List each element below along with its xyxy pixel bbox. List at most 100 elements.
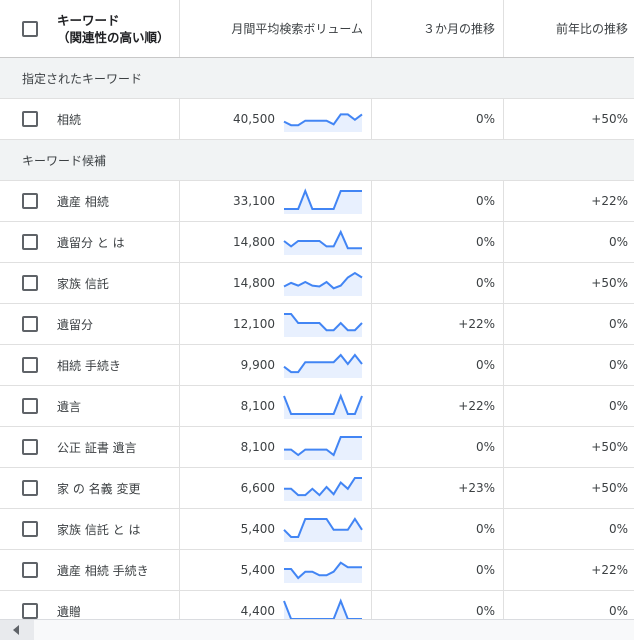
trend-chart <box>283 271 363 296</box>
table-row[interactable]: 遺言 8,100 +22% 0% <box>0 386 634 427</box>
table-row[interactable]: 家 の 名義 変更 6,600 +23% +50% <box>0 468 634 509</box>
trend-chart <box>283 113 363 132</box>
trend-area <box>284 437 362 460</box>
volume-value: 8,100 <box>240 399 275 413</box>
trend-chart <box>283 353 363 378</box>
yoy-change: +50% <box>591 112 628 126</box>
row-checkbox-cell <box>22 263 38 303</box>
keyword-text: 遺産 相続 <box>57 194 109 209</box>
trend-area <box>284 355 362 378</box>
three-month-change: 0% <box>475 440 495 454</box>
keyword-column-header[interactable]: キーワード （関連性の高い順） <box>57 0 170 57</box>
trend-sparkline[interactable] <box>282 222 364 262</box>
trend-sparkline[interactable] <box>282 550 364 590</box>
row-checkbox[interactable] <box>22 398 38 414</box>
trend-sparkline[interactable] <box>282 345 364 385</box>
table-header: キーワード （関連性の高い順） 月間平均検索ボリューム ３か月の推移 前年比の推… <box>0 0 634 58</box>
trend-sparkline[interactable] <box>282 99 364 139</box>
table-row[interactable]: 相続 40,500 0% +50% <box>0 99 634 140</box>
yoy-change: 0% <box>608 317 628 331</box>
volume-value: 5,400 <box>240 522 275 536</box>
table-row[interactable]: 家族 信託 と は 5,400 0% 0% <box>0 509 634 550</box>
row-checkbox[interactable] <box>22 357 38 373</box>
row-checkbox[interactable] <box>22 234 38 250</box>
volume-value: 9,900 <box>240 358 275 372</box>
table-row[interactable]: 公正 証書 遺言 8,100 0% +50% <box>0 427 634 468</box>
section-specified-label: 指定されたキーワード <box>22 71 143 86</box>
trend-area <box>284 396 362 419</box>
row-checkbox-cell <box>22 509 38 549</box>
row-checkbox[interactable] <box>22 480 38 496</box>
trend-sparkline[interactable] <box>282 468 364 508</box>
three-month-change: 0% <box>475 522 495 536</box>
yoy-change: 0% <box>608 358 628 372</box>
keyword-text: 相続 手続き <box>57 358 121 373</box>
three-month-change: 0% <box>475 112 495 126</box>
trend-area <box>284 191 362 214</box>
section-keyword-candidates: キーワード候補 <box>0 140 634 181</box>
row-checkbox-cell <box>22 468 38 508</box>
keyword-column-title: キーワード <box>57 12 120 28</box>
trend-area <box>284 478 362 501</box>
trend-chart <box>284 313 363 337</box>
yoy-change: 0% <box>608 235 628 249</box>
yoy-change: +50% <box>591 481 628 495</box>
three-month-change: 0% <box>475 235 495 249</box>
trend-sparkline[interactable] <box>282 304 364 344</box>
section-candidates-label: キーワード候補 <box>22 153 107 168</box>
yoy-change: +22% <box>591 194 628 208</box>
row-checkbox[interactable] <box>22 603 38 619</box>
volume-value: 33,100 <box>233 194 275 208</box>
row-checkbox-cell <box>22 222 38 262</box>
table-row[interactable]: 遺留分 12,100 +22% 0% <box>0 304 634 345</box>
keyword-text: 遺言 <box>57 399 82 414</box>
three-month-column-header[interactable]: ３か月の推移 <box>372 0 495 57</box>
row-checkbox-cell <box>22 386 38 426</box>
trend-chart <box>284 188 362 214</box>
yoy-change: +50% <box>591 440 628 454</box>
row-checkbox[interactable] <box>22 275 38 291</box>
row-checkbox-cell <box>22 181 38 221</box>
table-row[interactable]: 相続 手続き 9,900 0% 0% <box>0 345 634 386</box>
trend-sparkline[interactable] <box>282 427 364 467</box>
select-all-cell <box>22 0 38 57</box>
table-row[interactable]: 遺産 相続 手続き 5,400 0% +22% <box>0 550 634 591</box>
trend-chart <box>284 477 362 501</box>
scroll-left-button[interactable] <box>0 619 34 640</box>
trend-chart <box>283 517 363 542</box>
yoy-column-header[interactable]: 前年比の推移 <box>504 0 628 57</box>
row-checkbox[interactable] <box>22 562 38 578</box>
table-row[interactable]: 遺留分 と は 14,800 0% 0% <box>0 222 634 263</box>
trend-sparkline[interactable] <box>282 263 364 303</box>
trend-area <box>284 519 362 542</box>
row-checkbox[interactable] <box>22 193 38 209</box>
volume-value: 6,600 <box>240 481 275 495</box>
trend-sparkline[interactable] <box>282 181 364 221</box>
table-row[interactable]: 家族 信託 14,800 0% +50% <box>0 263 634 304</box>
horizontal-scrollbar[interactable] <box>34 619 634 640</box>
yoy-change: 0% <box>608 399 628 413</box>
trend-chart <box>283 229 362 255</box>
chevron-left-icon <box>13 625 19 635</box>
row-checkbox[interactable] <box>22 111 38 127</box>
keyword-text: 相続 <box>57 112 82 127</box>
table-row[interactable]: 遺産 相続 33,100 0% +22% <box>0 181 634 222</box>
row-checkbox-cell <box>22 550 38 590</box>
three-month-change: +23% <box>458 481 495 495</box>
row-checkbox[interactable] <box>22 521 38 537</box>
trend-sparkline[interactable] <box>282 509 364 549</box>
three-month-change: 0% <box>475 358 495 372</box>
section-specified-keywords: 指定されたキーワード <box>0 58 634 99</box>
row-checkbox-cell <box>22 345 38 385</box>
row-checkbox[interactable] <box>22 439 38 455</box>
trend-chart <box>284 436 362 460</box>
row-checkbox[interactable] <box>22 316 38 332</box>
three-month-change: 0% <box>475 276 495 290</box>
volume-column-header[interactable]: 月間平均検索ボリューム <box>180 0 363 57</box>
select-all-checkbox[interactable] <box>22 20 38 37</box>
trend-sparkline[interactable] <box>282 386 364 426</box>
keyword-text: 遺留分 と は <box>57 235 125 250</box>
yoy-change: +22% <box>591 563 628 577</box>
keyword-column-subtitle: （関連性の高い順） <box>57 29 170 45</box>
keyword-text: 遺産 相続 手続き <box>57 563 149 578</box>
